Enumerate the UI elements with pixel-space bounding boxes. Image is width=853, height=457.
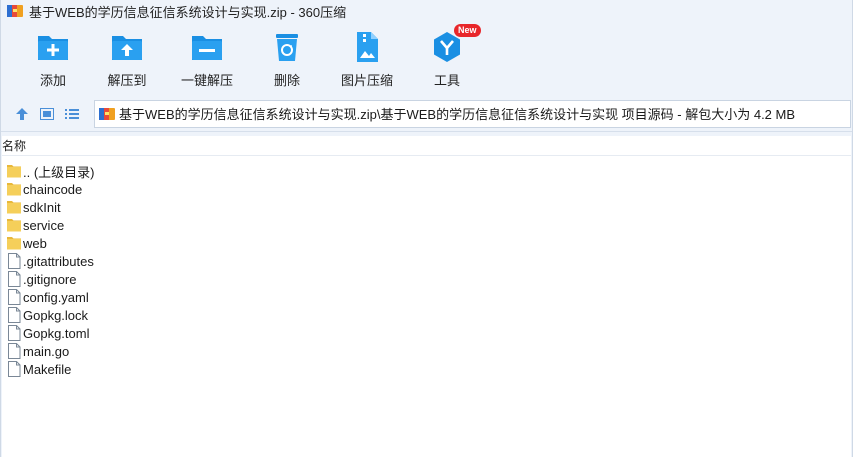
file-row[interactable]: Gopkg.lock	[2, 306, 851, 324]
app-window: 基于WEB的学历信息征信系统设计与实现.zip - 360压缩 添加 解压到 一…	[0, 0, 853, 457]
file-icon	[8, 289, 21, 305]
archive-icon	[99, 107, 115, 120]
delete-icon	[276, 34, 298, 61]
archive-app-icon	[7, 5, 23, 17]
one-click-extract-label: 一键解压	[180, 73, 233, 88]
window-title: 基于WEB的学历信息征信系统设计与实现.zip - 360压缩	[29, 4, 347, 20]
file-row[interactable]: .gitignore	[2, 270, 851, 288]
extract-to-label: 解压到	[107, 73, 147, 88]
address-path: 基于WEB的学历信息征信系统设计与实现.zip\基于WEB的学历信息征信系统设计…	[119, 107, 796, 122]
file-icon	[8, 271, 21, 287]
image-compress-icon	[357, 32, 378, 62]
folder-icon	[7, 237, 21, 250]
file-row[interactable]: config.yaml	[2, 288, 851, 306]
list-view-icon	[65, 108, 79, 119]
up-button[interactable]	[11, 103, 33, 125]
file-name: Gopkg.toml	[23, 325, 90, 341]
file-icon	[8, 325, 21, 341]
file-name: config.yaml	[23, 289, 89, 305]
file-icon	[8, 253, 21, 269]
tools-label: 工具	[433, 73, 460, 88]
extract-to-icon	[112, 36, 142, 60]
file-name: sdkInit	[23, 199, 61, 215]
folder-icon	[7, 201, 21, 214]
file-name: web	[23, 235, 47, 251]
file-row[interactable]: main.go	[2, 342, 851, 360]
file-row[interactable]: .gitattributes	[2, 252, 851, 270]
image-compress-button[interactable]: 图片压缩	[327, 22, 407, 92]
extract-to-button[interactable]: 解压到	[87, 22, 167, 92]
file-row[interactable]: Gopkg.toml	[2, 324, 851, 342]
folder-row[interactable]: service	[2, 216, 851, 234]
folder-row[interactable]: .. (上级目录)	[2, 162, 851, 180]
one-click-extract-icon	[192, 36, 222, 60]
folder-row[interactable]: sdkInit	[2, 198, 851, 216]
file-icon	[8, 361, 21, 377]
one-click-extract-button[interactable]: 一键解压	[167, 22, 247, 92]
delete-button[interactable]: 删除	[247, 22, 327, 92]
new-badge: New	[454, 24, 481, 37]
add-label: 添加	[39, 73, 66, 88]
column-header-name-label: 名称	[2, 139, 27, 153]
tools-button[interactable]: New 工具	[407, 22, 487, 92]
thumbnail-view-icon	[40, 107, 54, 120]
address-bar[interactable]: 基于WEB的学历信息征信系统设计与实现.zip\基于WEB的学历信息征信系统设计…	[94, 99, 851, 128]
file-name: Gopkg.lock	[23, 307, 89, 323]
arrow-up-icon	[16, 107, 28, 120]
main-toolbar: 添加 解压到 一键解压 删除 图片压缩 New 工具	[1, 22, 852, 96]
thumbnail-view-button[interactable]	[36, 103, 58, 125]
column-header-name[interactable]: 名称	[2, 136, 851, 156]
file-name: chaincode	[23, 181, 83, 197]
file-name: Makefile	[23, 361, 72, 377]
file-icon	[8, 307, 21, 323]
folder-icon	[7, 165, 21, 178]
folder-icon	[7, 183, 21, 196]
list-view-button[interactable]	[61, 103, 83, 125]
delete-label: 删除	[273, 73, 300, 88]
file-list: .. (上级目录) chaincode sdkInit service web .gita…	[2, 156, 851, 378]
image-compress-label: 图片压缩	[340, 73, 393, 88]
add-button[interactable]: 添加	[19, 22, 87, 92]
file-row[interactable]: Makefile	[2, 360, 851, 378]
file-name: .gitignore	[23, 271, 77, 287]
folder-icon	[7, 219, 21, 232]
file-name: main.go	[23, 343, 70, 359]
file-list-pane: 名称 .. (上级目录) chaincode sdkInit service web .g…	[2, 136, 851, 457]
folder-row[interactable]: web	[2, 234, 851, 252]
title-bar[interactable]: 基于WEB的学历信息征信系统设计与实现.zip - 360压缩	[1, 0, 852, 22]
file-name: service	[23, 217, 65, 233]
add-icon	[38, 36, 68, 60]
address-row: 基于WEB的学历信息征信系统设计与实现.zip\基于WEB的学历信息征信系统设计…	[1, 96, 852, 132]
file-name: .gitattributes	[23, 253, 94, 269]
file-icon	[8, 343, 21, 359]
file-name: .. (上级目录)	[23, 164, 95, 180]
folder-row[interactable]: chaincode	[2, 180, 851, 198]
